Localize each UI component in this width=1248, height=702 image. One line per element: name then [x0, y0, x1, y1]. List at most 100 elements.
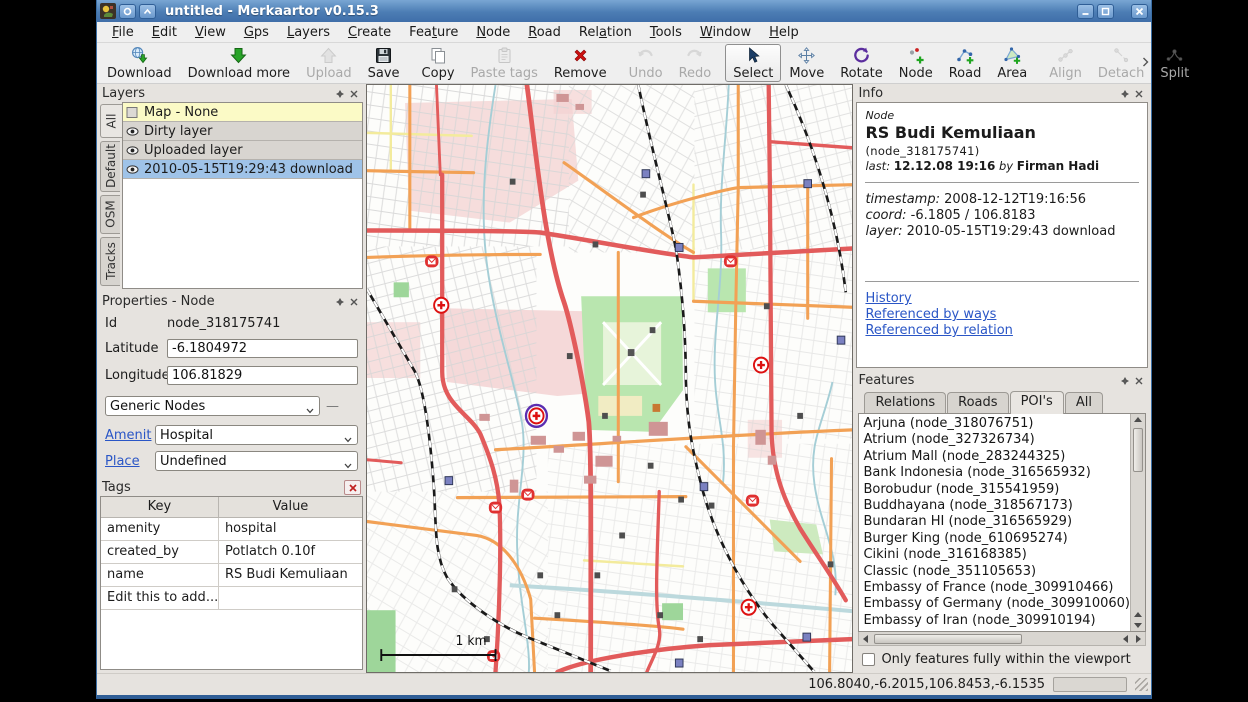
preset-combobox[interactable]: Generic Nodes — [105, 396, 320, 416]
eye-icon[interactable] — [126, 145, 139, 156]
menu-node[interactable]: Node — [467, 23, 519, 42]
scroll-down-icon[interactable] — [1131, 620, 1145, 631]
shade-button[interactable] — [139, 4, 156, 19]
properties-float-icon[interactable] — [333, 295, 347, 308]
table-row[interactable]: created_byPotlatch 0.10f — [101, 540, 362, 563]
scrollbar-thumb[interactable] — [1133, 428, 1143, 472]
tag-value-cell[interactable]: Potlatch 0.10f — [218, 540, 362, 563]
toolbar-overflow-icon[interactable] — [1142, 57, 1149, 70]
list-item[interactable]: Arjuna (node_318076751) — [863, 416, 1130, 432]
menu-road[interactable]: Road — [519, 23, 570, 42]
move-button[interactable]: Move — [781, 44, 832, 82]
list-item[interactable]: Bundaran HI (node_316565929) — [863, 514, 1130, 530]
resize-grip[interactable] — [1135, 678, 1148, 691]
tag-key-cell[interactable]: created_by — [101, 540, 218, 563]
layers-tab-default[interactable]: Default — [100, 141, 120, 192]
tag-value-cell[interactable] — [218, 586, 362, 609]
features-vertical-scrollbar[interactable] — [1130, 414, 1145, 631]
tag-value-cell[interactable]: RS Budi Kemuliaan — [218, 563, 362, 586]
layer-row-dirty-layer[interactable]: Dirty layer — [123, 122, 362, 141]
copy-button[interactable]: Copy — [414, 44, 463, 82]
layers-float-icon[interactable] — [333, 87, 347, 100]
scroll-right-icon[interactable] — [1132, 635, 1145, 643]
info-float-icon[interactable] — [1118, 87, 1132, 100]
list-item[interactable]: Atrium (node_327326734) — [863, 432, 1130, 448]
menu-help[interactable]: Help — [760, 23, 808, 42]
layer-row-2010-05-15t19-29-43-download[interactable]: 2010-05-15T19:29:43 download — [123, 160, 362, 179]
tags-close-icon[interactable] — [344, 480, 361, 495]
eye-icon[interactable] — [126, 164, 139, 175]
tag-key-cell[interactable]: Edit this to add... — [101, 586, 218, 609]
table-row[interactable]: Edit this to add... — [101, 586, 362, 609]
select-button[interactable]: Select — [725, 44, 781, 82]
map-view[interactable]: 1 km — [366, 84, 853, 673]
area-button[interactable]: Area — [989, 44, 1035, 82]
list-item[interactable]: Bank Indonesia (node_316565932) — [863, 465, 1130, 481]
save-button[interactable]: Save — [360, 44, 408, 82]
features-close-icon[interactable] — [1132, 374, 1146, 387]
scroll-left-icon[interactable] — [859, 635, 872, 643]
menu-edit[interactable]: Edit — [143, 23, 186, 42]
layers-tab-osm[interactable]: OSM — [100, 195, 120, 234]
road-button[interactable]: Road — [941, 44, 990, 82]
scroll-left-icon[interactable] — [1119, 635, 1132, 643]
rotate-button[interactable]: Rotate — [832, 44, 891, 82]
menu-feature[interactable]: Feature — [400, 23, 467, 42]
tab-roads[interactable]: Roads — [947, 392, 1008, 413]
node-button[interactable]: Node — [891, 44, 941, 82]
info-close-icon[interactable] — [1132, 87, 1146, 100]
close-button[interactable] — [1131, 4, 1148, 19]
tag-value-cell[interactable]: hospital — [218, 517, 362, 540]
menu-create[interactable]: Create — [339, 23, 400, 42]
tag-key-cell[interactable]: name — [101, 563, 218, 586]
scroll-up-icon[interactable] — [1131, 414, 1145, 425]
table-row[interactable]: amenityhospital — [101, 517, 362, 540]
layer-checkbox-icon[interactable] — [126, 107, 139, 118]
longitude-field[interactable]: 106.81829 — [167, 366, 358, 385]
menu-relation[interactable]: Relation — [570, 23, 641, 42]
features-horizontal-scrollbar[interactable] — [858, 632, 1146, 646]
scroll-up-icon[interactable] — [1131, 609, 1145, 620]
tab-relations[interactable]: Relations — [864, 392, 946, 413]
amenity-link[interactable]: Amenit — [105, 428, 155, 443]
tab-poi-s[interactable]: POI's — [1010, 391, 1064, 414]
properties-close-icon[interactable] — [347, 295, 361, 308]
layers-tab-tracks[interactable]: Tracks — [100, 237, 120, 286]
tab-all[interactable]: All — [1065, 392, 1103, 413]
table-row[interactable]: nameRS Budi Kemuliaan — [101, 563, 362, 586]
features-float-icon[interactable] — [1118, 374, 1132, 387]
list-item[interactable]: Atrium Mall (node_283244325) — [863, 449, 1130, 465]
info-link-referenced-by-ways[interactable]: Referenced by ways — [865, 307, 1139, 322]
list-item[interactable]: Buddhayana (node_318567173) — [863, 498, 1130, 514]
layers-close-icon[interactable] — [347, 87, 361, 100]
amenity-combobox[interactable]: Hospital — [155, 425, 358, 445]
maximize-button[interactable] — [1097, 4, 1114, 19]
list-item[interactable]: Cikini (node_316168385) — [863, 547, 1130, 563]
info-link-history[interactable]: History — [865, 291, 1139, 306]
menu-layers[interactable]: Layers — [278, 23, 339, 42]
preset-remove-dash[interactable]: — — [326, 399, 339, 414]
eye-icon[interactable] — [126, 126, 139, 137]
latitude-field[interactable]: -6.1804972 — [167, 339, 358, 358]
layer-row-uploaded-layer[interactable]: Uploaded layer — [123, 141, 362, 160]
viewport-filter-checkbox[interactable] — [862, 653, 875, 666]
list-item[interactable]: Embassy of France (node_309910466) — [863, 580, 1130, 596]
menu-view[interactable]: View — [186, 23, 235, 42]
list-item[interactable]: Classic (node_351105653) — [863, 564, 1130, 580]
list-item[interactable]: Embassy of Germany (node_309910060) — [863, 596, 1130, 612]
menu-window[interactable]: Window — [691, 23, 760, 42]
list-item[interactable]: Burger King (node_610695274) — [863, 531, 1130, 547]
download-button[interactable]: Download — [99, 44, 180, 82]
scrollbar-thumb[interactable] — [874, 634, 1022, 644]
window-menu-button[interactable] — [119, 4, 136, 19]
info-link-referenced-by-relation[interactable]: Referenced by relation — [865, 323, 1139, 338]
minimize-button[interactable] — [1077, 4, 1094, 19]
menu-tools[interactable]: Tools — [641, 23, 691, 42]
list-item[interactable]: Embassy of Iran (node_309910194) — [863, 613, 1130, 629]
remove-button[interactable]: Remove — [546, 44, 615, 82]
menu-file[interactable]: File — [103, 23, 143, 42]
list-item[interactable]: Borobudur (node_315541959) — [863, 482, 1130, 498]
place-link[interactable]: Place — [105, 454, 155, 469]
layers-tab-all[interactable]: All — [100, 104, 122, 138]
place-combobox[interactable]: Undefined — [155, 451, 358, 471]
